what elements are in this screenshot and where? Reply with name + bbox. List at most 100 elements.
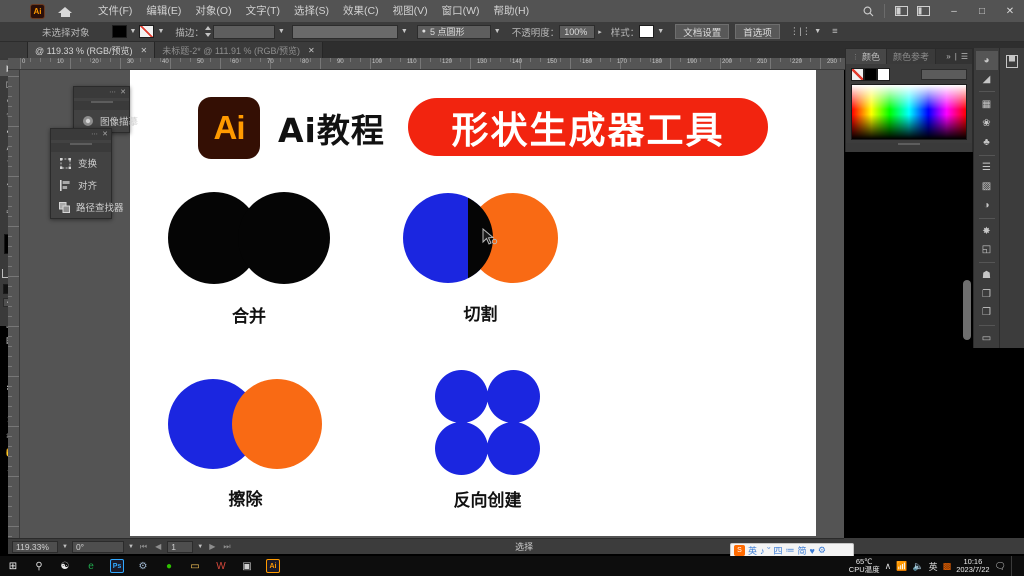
menu-item-type[interactable]: 文字(T) [239,0,287,22]
symbols-panel-icon[interactable]: ♣ [976,133,998,152]
fill-color-swatch[interactable] [111,25,127,38]
close-icon[interactable]: ✕ [141,46,148,55]
close-button[interactable]: ✕ [996,0,1024,22]
none-swatch[interactable] [851,68,864,81]
align-icon[interactable]: ⋮|⋮ [790,26,811,37]
hex-value-field[interactable] [921,69,967,80]
sogou-ime-icon[interactable]: S [734,545,745,556]
reverse-circle-br[interactable] [487,422,540,475]
arrange-documents-icon[interactable] [890,0,912,22]
chevron-down-icon[interactable]: ▼ [197,544,203,550]
maximize-button[interactable]: □ [968,0,996,22]
panel-menu-icon[interactable]: ⋯ [109,89,116,96]
edge-browser-icon[interactable]: e [78,556,104,576]
transparency-panel-icon[interactable]: ◑ [976,196,998,215]
transform-align-pathfinder-panel[interactable]: ⋯ ✕ 变换 对齐 路径查找器 [50,128,124,219]
tool-status-label[interactable]: 选择 [237,540,812,553]
canvas-area[interactable]: Ai Ai教程 形状生成器工具 合并 切割 擦除 反向创建 [20,70,844,538]
menu-item-edit[interactable]: 编辑(E) [139,0,188,22]
color-spectrum-picker[interactable] [851,84,967,140]
reverse-circle-tr[interactable] [487,370,540,423]
menu-item-view[interactable]: 视图(V) [386,0,435,22]
zoom-level-field[interactable]: 119.33% [12,540,58,553]
chevron-down-icon[interactable]: ▼ [154,28,167,35]
stroke-weight-stepper[interactable] [204,25,213,38]
menu-item-effect[interactable]: 效果(C) [336,0,386,22]
panel-tab-strip[interactable] [74,101,129,110]
comments-panel-icon[interactable]: ▭ [976,329,998,348]
screen-recorder-icon[interactable]: ▣ [234,556,260,576]
merge-demo[interactable]: 合并 [168,186,358,336]
previous-artboard-button[interactable]: ◀ [153,542,163,551]
reverse-circle-tl[interactable] [435,370,488,423]
close-icon[interactable]: ✕ [102,131,108,138]
next-artboard-button[interactable]: ▶ [207,542,217,551]
menu-item-file[interactable]: 文件(F) [91,0,139,22]
image-trace-panel[interactable]: ⋯ ✕ 图像描摹 [73,86,138,133]
notification-icon[interactable]: 🗨 [995,561,1006,572]
ime-item-4[interactable]: ≔ [786,545,795,556]
artboard[interactable]: Ai Ai教程 形状生成器工具 合并 切割 擦除 反向创建 [130,70,816,536]
panel-menu-icon[interactable]: ☰ [961,52,968,61]
gradient-panel-icon[interactable]: ▨ [976,177,998,196]
chevron-down-icon[interactable]: ▼ [62,544,68,550]
align-row[interactable]: 对齐 [51,174,111,196]
pathfinder-row[interactable]: 路径查找器 [51,196,124,218]
cortana-icon[interactable]: ☯ [52,556,78,576]
illustrator-icon[interactable]: Ai [260,556,286,576]
swatches-panel-icon[interactable]: ▦ [976,95,998,114]
close-icon[interactable]: ✕ [120,89,126,96]
opacity-field[interactable]: 100% [559,24,596,39]
transform-row[interactable]: 变换 [51,152,111,174]
home-icon[interactable] [57,3,73,19]
align-panel-icon[interactable]: ☰ [976,159,998,178]
panel-header[interactable]: ⋯ ✕ [51,129,111,140]
color-panel-icon[interactable]: ◕ [975,51,998,70]
chevron-down-icon[interactable]: ▼ [811,28,824,35]
document-setup-button[interactable]: 文档设置 [675,24,730,39]
brushes-panel-icon[interactable]: ❀ [976,114,998,133]
panel-menu-icon[interactable]: ⋯ [91,131,98,138]
artboard-number-field[interactable]: 1 [167,540,194,553]
ime-item-2[interactable]: ˘ [768,546,771,556]
ai-logo-graphic[interactable]: Ai [198,97,260,159]
minimize-button[interactable]: – [940,0,968,22]
merge-circle-right[interactable] [238,192,330,284]
wechat-icon[interactable]: ● [156,556,182,576]
chevron-down-icon[interactable]: ▼ [127,28,140,35]
first-artboard-button[interactable]: ⏮ [138,542,149,552]
stroke-color-swatch[interactable] [139,25,155,38]
graphic-styles-panel-icon[interactable]: ◱ [976,240,998,259]
chevron-down-icon[interactable]: ▼ [398,28,411,35]
cpu-temperature-indicator[interactable]: 65℃ CPU温度 [849,557,880,575]
image-trace-panel-header[interactable]: ⋯ ✕ [74,87,129,98]
opacity-options-icon[interactable]: ▸ [595,28,605,36]
appearance-panel-icon[interactable]: ✸ [976,222,998,241]
show-desktop-button[interactable] [1011,556,1018,576]
color-panel-footer[interactable] [846,143,972,152]
vertical-ruler[interactable] [8,70,20,538]
libraries-panel-icon[interactable] [1001,51,1023,71]
erase-circle-orange[interactable] [232,379,322,469]
search-icon[interactable]: ⚲ [26,556,52,576]
document-tab-2[interactable]: 未标题-2* @ 111.91 % (RGB/预览) ✕ [155,42,323,58]
collapse-panel-icon[interactable]: » [946,52,950,61]
network-icon[interactable]: 📶 [896,561,907,572]
graphic-style-swatch[interactable] [639,25,655,38]
stroke-profile-field[interactable] [291,24,398,39]
cut-black-intersection[interactable] [468,193,493,283]
chevron-down-icon[interactable]: ▼ [654,28,667,35]
chevron-down-icon[interactable]: ▼ [275,28,288,35]
artboards-panel-icon[interactable]: ❐ [976,285,998,304]
search-icon[interactable] [857,0,879,22]
clock[interactable]: 10:16 2023/7/22 [956,557,989,575]
white-swatch[interactable] [877,68,890,81]
rotation-field[interactable]: 0° [71,540,124,553]
tab-color[interactable]: ⋮ 颜色 [846,49,888,64]
show-hidden-icons-chevron[interactable]: ∧ [885,561,892,572]
volume-icon[interactable]: 🔈 [912,561,923,572]
reverse-create-demo[interactable]: 反向创建 [425,366,615,536]
last-artboard-button[interactable]: ⏭ [221,542,232,552]
menu-item-window[interactable]: 窗口(W) [435,0,487,22]
layers-panel-icon[interactable]: ☗ [976,266,998,285]
